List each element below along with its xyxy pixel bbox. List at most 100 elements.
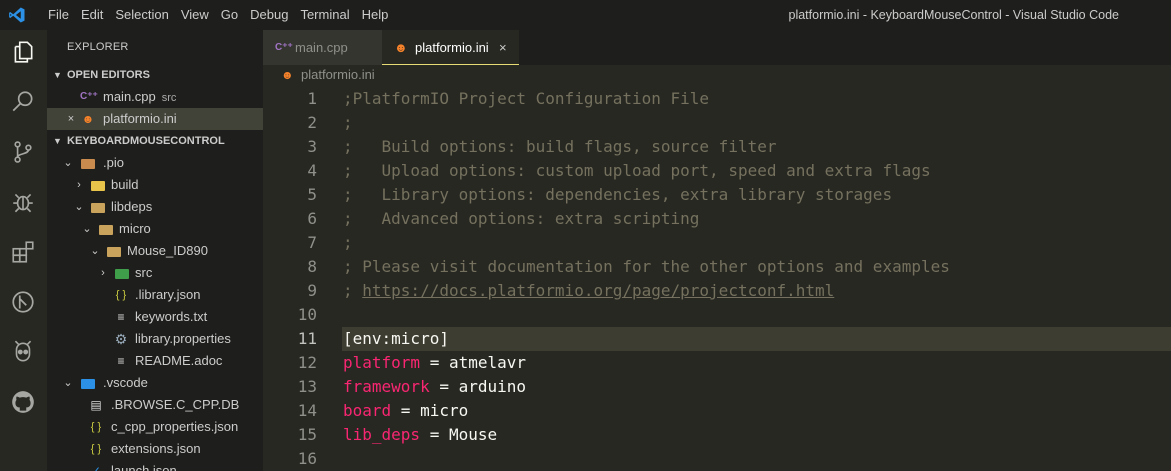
tree-item-library-json[interactable]: { } .library.json — [47, 284, 263, 306]
code-token: platform — [343, 353, 421, 372]
gear-icon: ⚙ — [114, 331, 128, 347]
code-line[interactable]: 12 platform = atmelavr — [263, 351, 1171, 375]
extensions-icon[interactable] — [9, 238, 37, 266]
chevron-down-icon: ▼ — [53, 136, 62, 146]
close-tab-icon[interactable]: × — [499, 30, 507, 65]
breadcrumb-file[interactable]: platformio.ini — [301, 65, 375, 85]
source-control-icon[interactable] — [9, 138, 37, 166]
folder-open-icon — [106, 244, 122, 258]
code-token: lib_deps — [343, 425, 421, 444]
code-text: ; Build options: build flags, source fil… — [343, 135, 776, 159]
workspace-header[interactable]: ▼ KEYBOARDMOUSECONTROL — [47, 130, 263, 152]
platformio-file-icon: ☻ — [81, 112, 95, 126]
code-text: framework = arduino — [343, 375, 526, 399]
platformio-icon[interactable] — [9, 338, 37, 366]
breadcrumb: ☻ platformio.ini — [263, 65, 1171, 87]
open-editor-item-platformio-ini[interactable]: × ☻ platformio.ini — [47, 108, 263, 130]
tree-item-browse-db[interactable]: ▤ .BROWSE.C_CPP.DB — [47, 394, 263, 416]
tree-item-readme-adoc[interactable]: ≡ README.adoc — [47, 350, 263, 372]
tree-item-extensions-json[interactable]: { } extensions.json — [47, 438, 263, 460]
open-editors-header[interactable]: ▼ OPEN EDITORS — [47, 64, 263, 86]
code-text: ; Advanced options: extra scripting — [343, 207, 699, 231]
code-line[interactable]: 1 ;PlatformIO Project Configuration File — [263, 87, 1171, 111]
code-text: platform = atmelavr — [343, 351, 526, 375]
line-number: 12 — [297, 353, 317, 372]
code-token: ; Library options: dependencies, extra l… — [343, 185, 893, 204]
line-number: 15 — [297, 425, 317, 444]
cpp-file-icon: C⁺⁺ — [275, 42, 293, 53]
tree-item-launch-json[interactable]: ✓ launch.json — [47, 460, 263, 471]
code-line[interactable]: 14 board = micro — [263, 399, 1171, 423]
code-line[interactable]: 16 — [263, 447, 1171, 471]
src-folder-icon — [114, 266, 130, 280]
editor-tabs: C⁺⁺ main.cpp ☻ platformio.ini × — [263, 30, 1171, 65]
code-line[interactable]: 13 framework = arduino — [263, 375, 1171, 399]
code-token: = atmelavr — [420, 353, 527, 372]
tree-item-vscode[interactable]: ⌄ .vscode — [47, 372, 263, 394]
tab-main-cpp[interactable]: C⁺⁺ main.cpp — [263, 30, 382, 65]
close-icon[interactable]: × — [66, 108, 76, 130]
tree-item-keywords-txt[interactable]: ≡ keywords.txt — [47, 306, 263, 328]
line-number: 9 — [307, 281, 317, 300]
code-line[interactable]: 3 ; Build options: build flags, source fi… — [263, 135, 1171, 159]
tab-platformio-ini[interactable]: ☻ platformio.ini × — [382, 30, 519, 65]
activity-bar — [0, 30, 47, 471]
chevron-down-icon: ⌄ — [74, 201, 84, 213]
line-number-gutter: 7 — [263, 231, 342, 255]
open-editor-item-main-cpp[interactable]: C⁺⁺ main.cpp src — [47, 86, 263, 108]
line-number: 6 — [307, 209, 317, 228]
code-text: ; — [343, 231, 353, 255]
tree-item-build[interactable]: › build — [47, 174, 263, 196]
code-line[interactable]: 11 [env:micro] — [263, 327, 1171, 351]
code-text: ; — [343, 111, 353, 135]
line-number-gutter: 12 — [263, 351, 342, 375]
code-token: = Mouse — [420, 425, 498, 444]
tree-item-pio[interactable]: ⌄ .pio — [47, 152, 263, 174]
line-number: 3 — [307, 137, 317, 156]
chevron-down-icon: ⌄ — [90, 245, 100, 257]
code-token: ; Build options: build flags, source fil… — [343, 137, 777, 156]
tree-item-libdeps[interactable]: ⌄ libdeps — [47, 196, 263, 218]
code-line[interactable]: 8 ; Please visit documentation for the ot… — [263, 255, 1171, 279]
line-number-gutter: 1 — [263, 87, 342, 111]
code-token: = arduino — [429, 377, 527, 396]
code-link[interactable]: https://docs.platformio.org/page/project… — [362, 281, 834, 300]
code-line[interactable]: 6 ; Advanced options: extra scripting — [263, 207, 1171, 231]
git-graph-icon[interactable] — [9, 288, 37, 316]
launch-file-icon: ✓ — [90, 464, 102, 471]
code-line[interactable]: 4 ; Upload options: custom upload port, s… — [263, 159, 1171, 183]
tree-item-micro[interactable]: ⌄ micro — [47, 218, 263, 240]
sidebar-title: EXPLORER — [67, 41, 129, 53]
code-line[interactable]: 7; — [263, 231, 1171, 255]
code-token: ; — [343, 113, 353, 132]
debug-icon[interactable] — [9, 188, 37, 216]
line-number: 10 — [297, 305, 317, 324]
code-line[interactable]: 10 — [263, 303, 1171, 327]
line-number-gutter: 3 — [263, 135, 342, 159]
chevron-down-icon: ⌄ — [63, 377, 73, 389]
chevron-down-icon: ▼ — [53, 70, 62, 80]
code-text: [env:micro] — [343, 327, 449, 351]
explorer-icon[interactable] — [9, 38, 37, 66]
code-line[interactable]: 2; — [263, 111, 1171, 135]
tree-item-library-properties[interactable]: ⚙ library.properties — [47, 328, 263, 350]
line-number-gutter: 8 — [263, 255, 342, 279]
code-editor[interactable]: 1 ;PlatformIO Project Configuration File 2… — [263, 87, 1171, 471]
vscode-folder-icon — [80, 376, 96, 390]
line-number-gutter: 11 — [263, 327, 342, 351]
tree-item-mouse-id890[interactable]: ⌄ Mouse_ID890 — [47, 240, 263, 262]
code-line[interactable]: 5 ; Library options: dependencies, extra … — [263, 183, 1171, 207]
line-number: 14 — [297, 401, 317, 420]
search-icon[interactable] — [9, 88, 37, 116]
folder-open-icon — [80, 156, 96, 170]
line-number: 2 — [307, 113, 317, 132]
tree-item-src[interactable]: › src — [47, 262, 263, 284]
code-line[interactable]: 9; https://docs.platformio.org/page/proj… — [263, 279, 1171, 303]
code-token: ; Advanced options: extra scripting — [343, 209, 700, 228]
text-file-icon: ≡ — [117, 310, 125, 324]
code-token: ; — [343, 281, 363, 300]
line-number-gutter: 14 — [263, 399, 342, 423]
code-line[interactable]: 15 lib_deps = Mouse — [263, 423, 1171, 447]
github-icon[interactable] — [9, 388, 37, 416]
tree-item-c-cpp-properties[interactable]: { } c_cpp_properties.json — [47, 416, 263, 438]
